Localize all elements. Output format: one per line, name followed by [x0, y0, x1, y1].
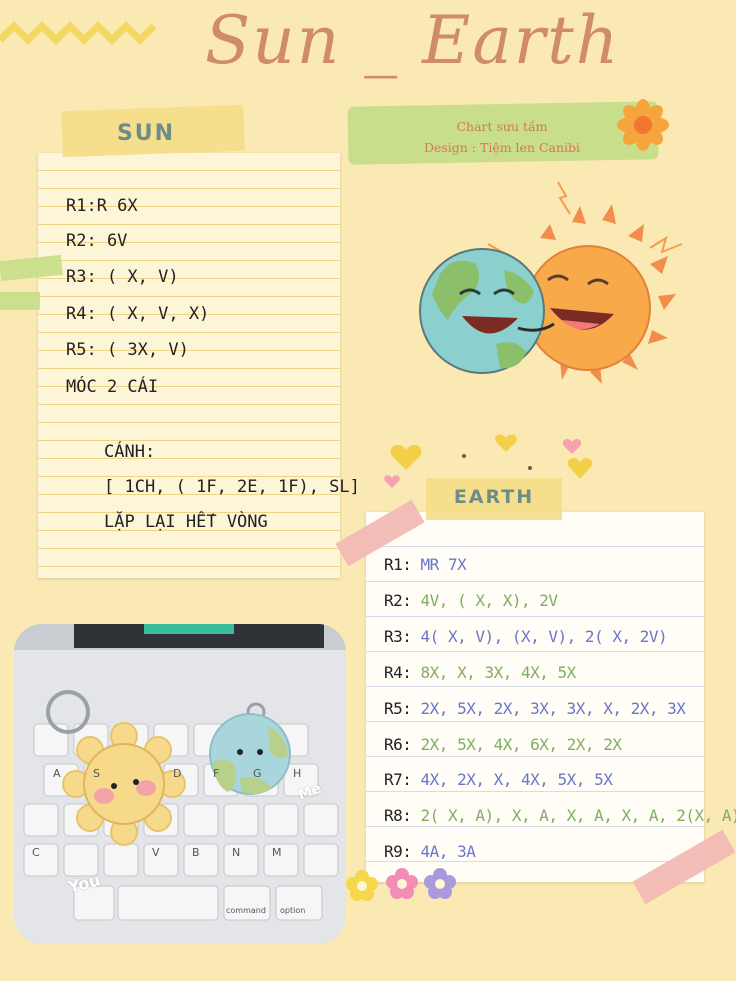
key-label: M	[272, 846, 282, 859]
key-label: V	[152, 846, 160, 859]
key-label: N	[232, 846, 241, 859]
sun-row: R1:R 6X	[66, 196, 138, 216]
green-tape-2	[0, 292, 40, 310]
key-label: D	[173, 767, 182, 780]
sun-row: R3: ( X, V)	[66, 267, 179, 287]
credit-design: Design : Tiệm len Canibi	[423, 140, 581, 155]
sun-wing-title: CÁNH:	[104, 442, 156, 462]
sun-label: SUN	[116, 121, 176, 146]
key-label: command	[226, 906, 266, 915]
earth-row: R9: 4A, 3A	[384, 842, 476, 861]
flower-icon	[617, 99, 669, 151]
key-label: S	[93, 767, 100, 780]
keychain-photo: A S D F G H C V B N M command option You…	[14, 624, 346, 944]
key-label: G	[253, 767, 262, 780]
earth-row: R6: 2X, 5X, 4X, 6X, 2X, 2X	[384, 735, 622, 754]
key-label: B	[192, 846, 200, 859]
credit-chart: Chart sưu tầm	[456, 119, 548, 134]
sun-wing-pattern: [ 1CH, ( 1F, 2E, 1F), SL]	[104, 477, 360, 497]
key-label: H	[293, 767, 302, 780]
key-label: A	[53, 767, 61, 780]
earth-row: R8: 2( X, A), X, A, X, A, X, A, 2(X, A)	[384, 806, 736, 825]
earth-label: EARTH	[453, 486, 535, 508]
earth-row: R2: 4V, ( X, X), 2V	[384, 591, 558, 610]
zigzag-decoration	[0, 21, 157, 45]
key-label: C	[32, 846, 40, 859]
earth-row: R4: 8X, X, 3X, 4X, 5X	[384, 663, 576, 682]
sun-wing-repeat: LẶP LẠI HẾT VÒNG	[104, 512, 268, 532]
sun-row: R2: 6V	[66, 231, 128, 251]
key-label: option	[280, 906, 306, 915]
earth-row: R5: 2X, 5X, 2X, 3X, 3X, X, 2X, 3X	[384, 699, 686, 718]
key-label: F	[213, 767, 220, 780]
earth-row: R7: 4X, 2X, X, 4X, 5X, 5X	[384, 770, 613, 789]
sun-earth-illustration	[419, 181, 683, 384]
small-flowers-decoration	[346, 868, 456, 901]
page-title: Sun _ Earth	[205, 2, 621, 79]
sun-row: MÓC 2 CÁI	[66, 377, 159, 397]
sun-row: R4: ( X, V, X)	[66, 304, 210, 324]
sun-row: R5: ( 3X, V)	[66, 340, 189, 360]
earth-row: R1: MR 7X	[384, 555, 467, 574]
keyboard-scene	[14, 624, 346, 944]
earth-row: R3: 4( X, V), (X, V), 2( X, 2V)	[384, 627, 668, 646]
